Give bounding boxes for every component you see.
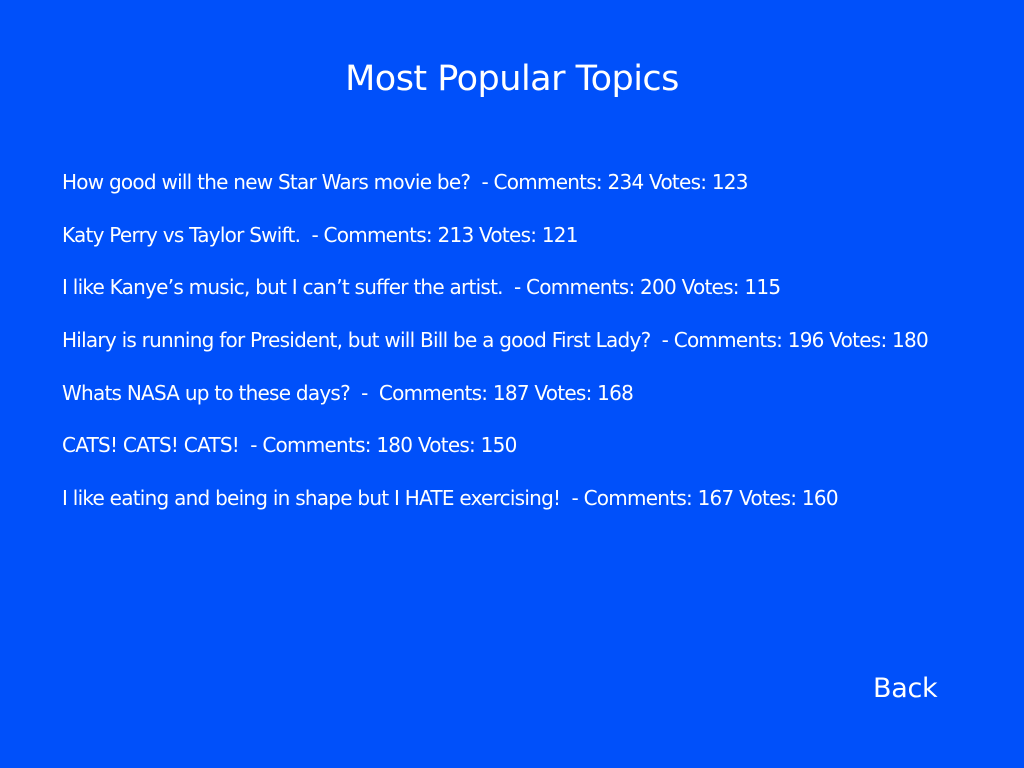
topic-list: How good will the new Star Wars movie be… — [62, 166, 929, 535]
topic-item[interactable]: Katy Perry vs Taylor Swift. - Comments: … — [62, 219, 928, 252]
back-button[interactable]: Back — [873, 670, 938, 708]
topic-item[interactable]: I like Kanye’s music, but I can’t suffer… — [62, 271, 928, 304]
page-title: Most Popular Topics — [345, 59, 679, 99]
topic-item[interactable]: Whats NASA up to these days? - Comments:… — [62, 377, 928, 410]
popular-topics-page: Most Popular Topics How good will the ne… — [0, 0, 1024, 768]
topic-item[interactable]: I like eating and being in shape but I H… — [62, 482, 928, 515]
topic-item[interactable]: CATS! CATS! CATS! - Comments: 180 Votes:… — [62, 429, 928, 462]
topic-item[interactable]: How good will the new Star Wars movie be… — [62, 166, 928, 199]
topic-item[interactable]: Hilary is running for President, but wil… — [62, 324, 929, 357]
